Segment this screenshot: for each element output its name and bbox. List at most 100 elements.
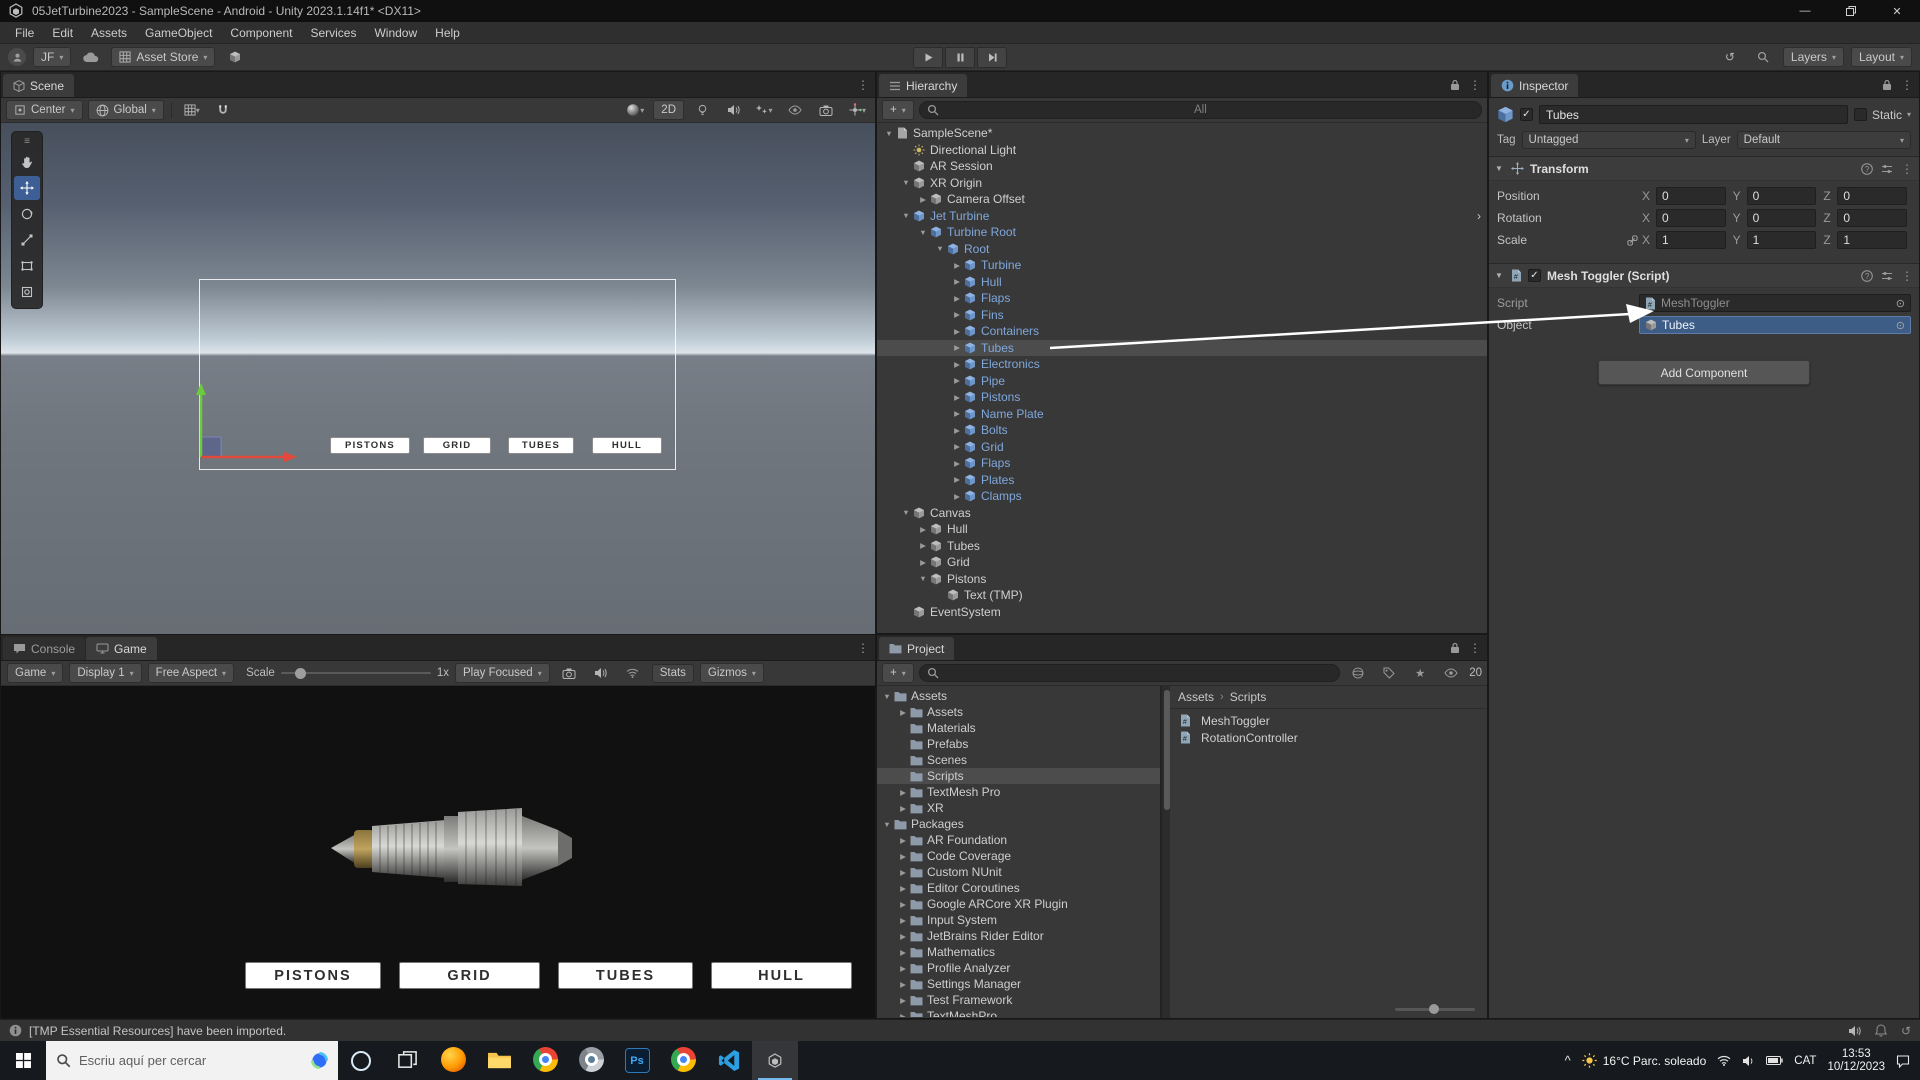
hierarchy-item-canvas[interactable]: ▼Canvas [877, 505, 1487, 522]
search-by-label-icon[interactable] [1376, 663, 1402, 683]
project-folder-test-framework[interactable]: ▶Test Framework [877, 992, 1160, 1008]
project-file-rotationcontroller[interactable]: #RotationController [1170, 729, 1487, 746]
rotation-y-field[interactable]: 0 [1747, 209, 1817, 227]
expand-right-icon[interactable]: ▶ [897, 916, 909, 925]
project-folder-textmesh-pro[interactable]: ▶TextMesh Pro [877, 784, 1160, 800]
search-by-type-icon[interactable] [1345, 663, 1371, 683]
menu-help[interactable]: Help [426, 22, 469, 44]
project-folder-materials[interactable]: Materials [877, 720, 1160, 736]
project-folder-profile-analyzer[interactable]: ▶Profile Analyzer [877, 960, 1160, 976]
orientation-dropdown[interactable]: Global▾ [88, 100, 164, 120]
scene-visibility-icon[interactable] [782, 100, 808, 120]
scale-tool-button[interactable] [14, 228, 40, 252]
scene-ui-button-pistons[interactable]: PISTONS [330, 437, 410, 454]
project-folder-mathematics[interactable]: ▶Mathematics [877, 944, 1160, 960]
package-manager-icon[interactable] [222, 47, 248, 67]
object-picker-icon[interactable]: ⊙ [1896, 319, 1905, 332]
hierarchy-item-pipe[interactable]: ▶Pipe [877, 373, 1487, 390]
expand-down-icon[interactable]: ▼ [881, 692, 893, 701]
scale-slider[interactable] [281, 672, 431, 674]
project-folder-jetbrains-rider-editor[interactable]: ▶JetBrains Rider Editor [877, 928, 1160, 944]
clock-widget[interactable]: 13:5310/12/2023 [1827, 1048, 1885, 1074]
hierarchy-item-plates[interactable]: ▶Plates [877, 472, 1487, 489]
tag-dropdown[interactable]: Untagged▾ [1522, 131, 1696, 149]
component-menu-icon[interactable]: ⋮ [1901, 162, 1913, 176]
hierarchy-item-fins[interactable]: ▶Fins [877, 307, 1487, 324]
project-folder-code-coverage[interactable]: ▶Code Coverage [877, 848, 1160, 864]
hierarchy-item-hull[interactable]: ▶Hull [877, 274, 1487, 291]
taskbar-app-photoshop[interactable]: Ps [614, 1041, 660, 1080]
menu-window[interactable]: Window [365, 22, 426, 44]
play-focused-dropdown[interactable]: Play Focused▾ [455, 663, 550, 683]
rotate-tool-button[interactable] [14, 202, 40, 226]
project-folder-custom-nunit[interactable]: ▶Custom NUnit [877, 864, 1160, 880]
game-ui-button-tubes[interactable]: TUBES [558, 962, 693, 989]
expand-right-icon[interactable]: ▶ [951, 442, 963, 451]
display-dropdown[interactable]: Display 1▾ [69, 663, 141, 683]
panel-menu-icon[interactable]: ⋮ [1469, 78, 1481, 92]
expand-right-icon[interactable]: ▶ [917, 541, 929, 550]
project-folder-scripts[interactable]: Scripts [877, 768, 1160, 784]
foldout-arrow-icon[interactable]: ▼ [1495, 271, 1505, 280]
project-file-meshtoggler[interactable]: #MeshToggler [1170, 712, 1487, 729]
transform-tool-button[interactable] [14, 280, 40, 304]
expand-right-icon[interactable]: ▶ [917, 525, 929, 534]
rotation-z-field[interactable]: 0 [1837, 209, 1907, 227]
taskbar-app-edge[interactable] [568, 1041, 614, 1080]
project-tree-scrollbar[interactable] [1161, 686, 1170, 1018]
expand-right-icon[interactable]: ▶ [917, 558, 929, 567]
hierarchy-item-name-plate[interactable]: ▶Name Plate [877, 406, 1487, 423]
sync-icon[interactable]: ↺ [1901, 1024, 1911, 1038]
taskbar-search[interactable] [46, 1041, 338, 1080]
expand-down-icon[interactable]: ▼ [934, 244, 946, 253]
menu-edit[interactable]: Edit [43, 22, 82, 44]
scale-y-field[interactable]: 1 [1747, 231, 1817, 249]
component-enabled-checkbox[interactable] [1528, 269, 1541, 282]
asset-store-dropdown[interactable]: Asset Store▾ [111, 47, 215, 67]
overlay-handle[interactable]: ≡ [24, 135, 30, 149]
expand-right-icon[interactable]: ▶ [897, 708, 909, 717]
expand-right-icon[interactable]: ▶ [917, 195, 929, 204]
hierarchy-item-turbine-root[interactable]: ▼Turbine Root [877, 224, 1487, 241]
script-object-field[interactable]: # MeshToggler ⊙ [1639, 294, 1911, 312]
expand-right-icon[interactable]: ▶ [897, 932, 909, 941]
expand-right-icon[interactable]: ▶ [897, 836, 909, 845]
project-folder-settings-manager[interactable]: ▶Settings Manager [877, 976, 1160, 992]
menu-services[interactable]: Services [301, 22, 365, 44]
expand-down-icon[interactable]: ▼ [883, 129, 895, 138]
hierarchy-item-pistons[interactable]: ▶Pistons [877, 389, 1487, 406]
play-button[interactable] [913, 47, 943, 68]
panel-menu-icon[interactable]: ⋮ [857, 78, 869, 92]
expand-right-icon[interactable]: ▶ [897, 996, 909, 1005]
project-folder-prefabs[interactable]: Prefabs [877, 736, 1160, 752]
taskbar-app-cortana[interactable] [338, 1041, 384, 1080]
expand-right-icon[interactable]: ▶ [897, 964, 909, 973]
weather-widget[interactable]: 16°C Parc. soleado [1582, 1053, 1707, 1068]
project-folder-editor-coroutines[interactable]: ▶Editor Coroutines [877, 880, 1160, 896]
hierarchy-item-flaps[interactable]: ▶Flaps [877, 455, 1487, 472]
layer-dropdown[interactable]: Default▾ [1737, 131, 1911, 149]
position-y-field[interactable]: 0 [1747, 187, 1817, 205]
lock-icon[interactable] [1450, 642, 1460, 654]
panel-menu-icon[interactable]: ⋮ [1469, 641, 1481, 655]
scrollbar-thumb[interactable] [1164, 690, 1170, 810]
help-icon[interactable]: ? [1861, 163, 1873, 175]
expand-right-icon[interactable]: ▶ [951, 343, 963, 352]
scene-ui-button-tubes[interactable]: TUBES [508, 437, 574, 454]
tab-project[interactable]: Project [879, 637, 954, 660]
shading-mode-dropdown[interactable]: ▾ [622, 100, 648, 120]
tray-expand-icon[interactable]: ^ [1565, 1053, 1571, 1068]
project-search-input[interactable] [919, 664, 1340, 682]
expand-down-icon[interactable]: ▼ [900, 178, 912, 187]
panel-menu-icon[interactable]: ⋮ [1901, 78, 1913, 92]
position-x-field[interactable]: 0 [1656, 187, 1726, 205]
game-viewport[interactable]: PISTONSGRIDTUBESHULL [1, 686, 875, 1018]
expand-right-icon[interactable]: ▶ [897, 900, 909, 909]
gizmos-toggle-icon[interactable]: ▾ [844, 100, 870, 120]
expand-down-icon[interactable]: ▼ [900, 211, 912, 220]
rotation-x-field[interactable]: 0 [1656, 209, 1726, 227]
expand-right-icon[interactable]: ▶ [951, 393, 963, 402]
hierarchy-item-jet-turbine[interactable]: ▼Jet Turbine› [877, 208, 1487, 225]
object-reference-field[interactable]: Tubes ⊙ [1639, 316, 1911, 334]
expand-down-icon[interactable]: ▼ [900, 508, 912, 517]
